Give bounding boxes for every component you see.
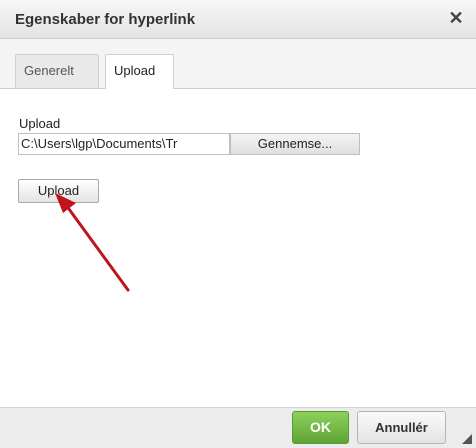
cancel-button[interactable]: Annullér [357,411,446,444]
dialog-title: Egenskaber for hyperlink [15,11,196,28]
dialog-titlebar[interactable]: Egenskaber for hyperlink ✕ [0,0,476,39]
upload-button[interactable]: Upload [18,179,99,203]
close-icon[interactable]: ✕ [444,6,468,30]
browse-button[interactable]: Gennemse... [230,133,360,155]
upload-field-label: Upload [19,116,61,131]
tab-upload[interactable]: Upload [105,54,174,89]
file-path-input[interactable]: C:\Users\lgp\Documents\Tr [18,133,230,155]
ok-button[interactable]: OK [292,411,349,444]
hyperlink-properties-dialog: Egenskaber for hyperlink ✕ Generelt Uplo… [0,0,476,448]
tab-general[interactable]: Generelt [15,54,99,88]
resize-grip-icon[interactable] [462,434,472,444]
